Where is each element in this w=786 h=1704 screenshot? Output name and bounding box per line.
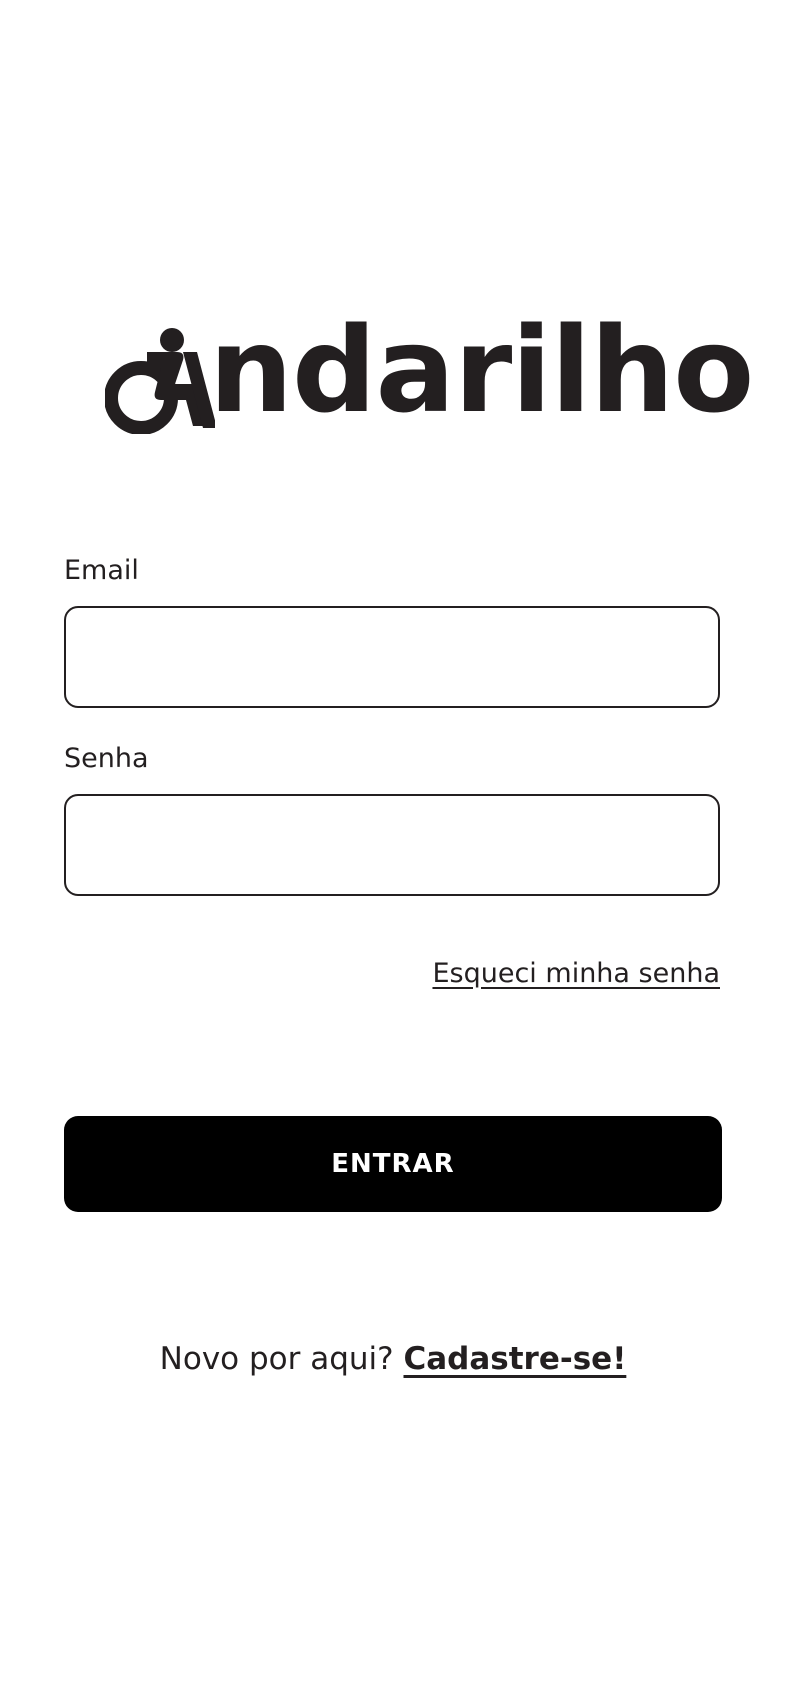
password-label: Senha [64,743,149,774]
email-label: Email [64,555,139,586]
app-logo: ndarilho [105,301,754,439]
forgot-password-link[interactable]: Esqueci minha senha [432,956,720,992]
signup-row: Novo por aqui? Cadastre-se! [0,1338,786,1380]
wheelchair-symbol-icon [105,328,215,434]
email-field[interactable] [64,606,720,708]
signup-prompt: Novo por aqui? [159,1341,404,1377]
password-field[interactable] [64,794,720,896]
logo-wordmark: ndarilho [209,301,754,439]
login-button[interactable]: ENTRAR [64,1116,722,1212]
signup-link[interactable]: Cadastre-se! [403,1341,626,1377]
